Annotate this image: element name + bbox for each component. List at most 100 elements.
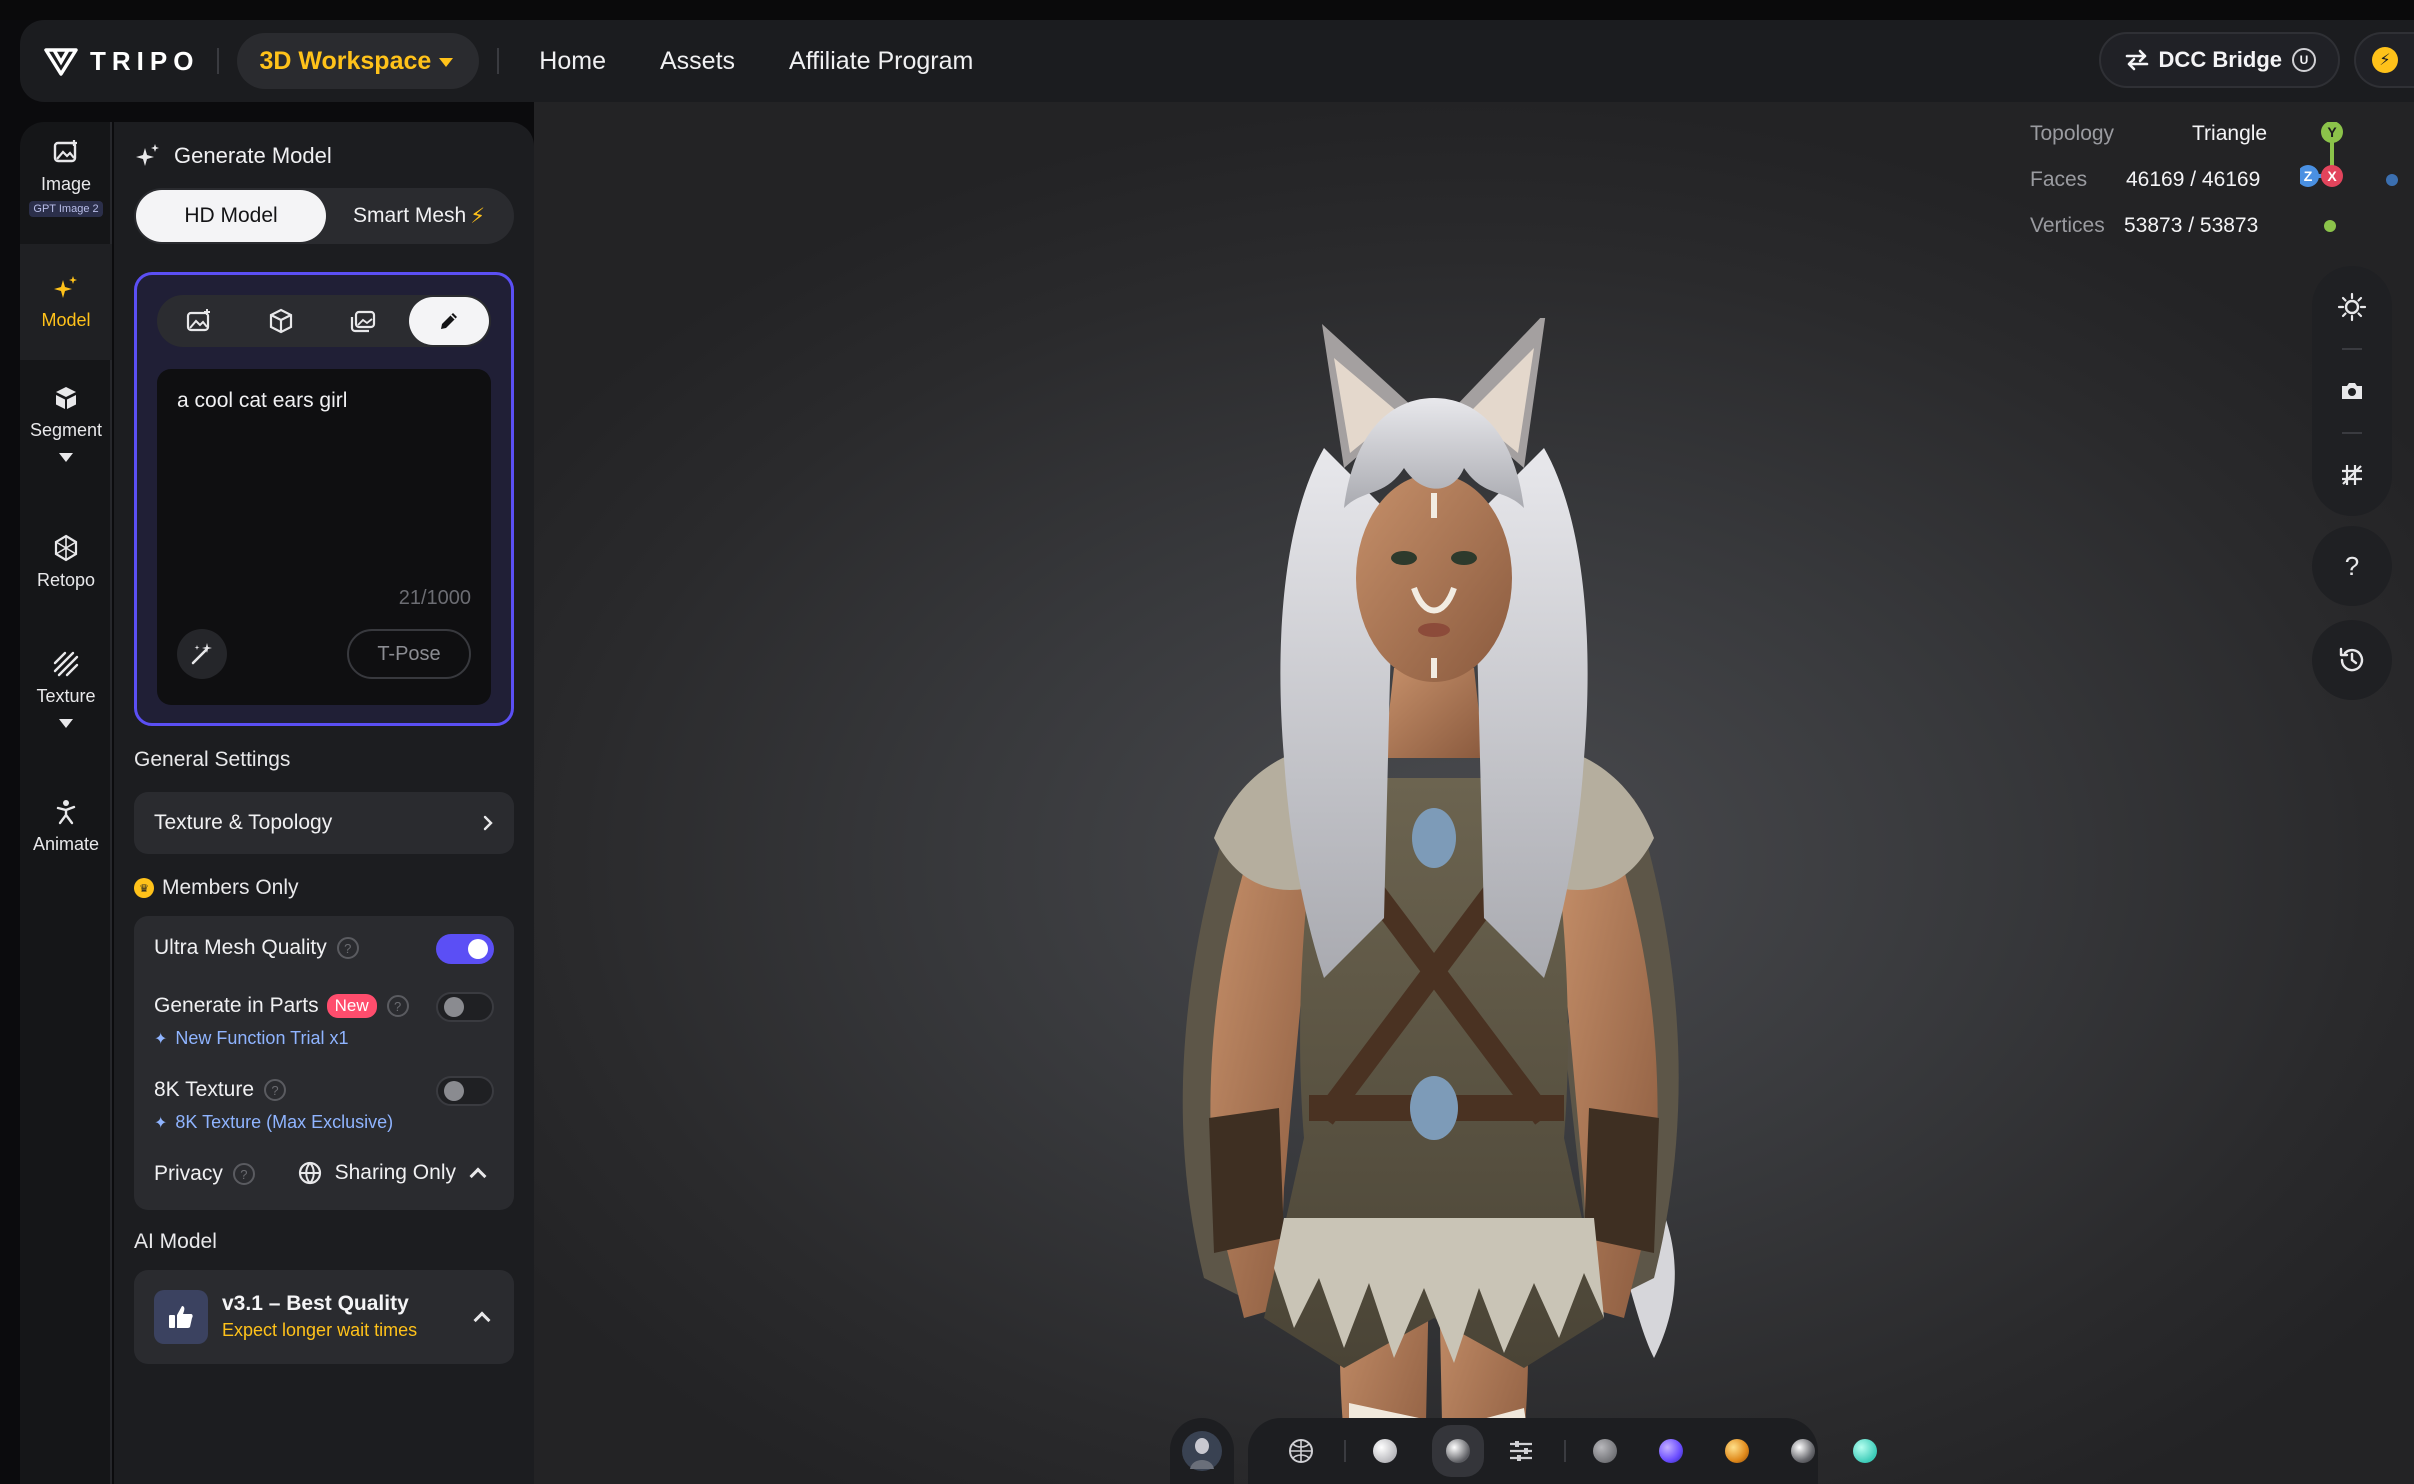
figure-icon: [56, 800, 76, 825]
texture-8k-row: 8K Texture ?: [154, 1078, 287, 1102]
history-button[interactable]: [2312, 620, 2392, 700]
chevron-right-icon: [483, 815, 493, 831]
tool-divider: [2342, 432, 2362, 434]
tab-multiview-input[interactable]: [323, 297, 403, 345]
texture-topology-row[interactable]: Texture & Topology: [134, 792, 514, 854]
texture-8k-note: ✦ 8K Texture (Max Exclusive): [154, 1112, 393, 1133]
tab-smart-mesh[interactable]: Smart Mesh ⚡: [326, 190, 512, 242]
rail-item-label: Retopo: [36, 570, 96, 590]
ai-model-selector[interactable]: v3.1 – Best Quality Expect longer wait t…: [134, 1270, 514, 1364]
magic-wand-button[interactable]: [177, 629, 227, 679]
sliders-icon: [1510, 1441, 1532, 1461]
3d-viewport[interactable]: Topology Triangle Faces 46169 / 46169 Ve…: [534, 102, 2414, 1484]
camera-icon: [2342, 383, 2362, 399]
caret-down-icon: [439, 58, 454, 67]
rail-item-retopo[interactable]: Retopo: [20, 534, 112, 591]
privacy-dropdown[interactable]: Sharing Only: [297, 1160, 487, 1186]
prompt-textarea[interactable]: a cool cat ears girl 21/1000 T-Pose: [157, 369, 491, 705]
t-pose-button[interactable]: T-Pose: [347, 629, 471, 679]
credits-button[interactable]: ⚡: [2354, 32, 2414, 88]
ai-model-note: Expect longer wait times: [222, 1320, 418, 1340]
window-top-strip: [0, 0, 2414, 20]
sparkle-icon: ✦: [154, 1030, 168, 1048]
rail-item-animate[interactable]: Animate: [20, 798, 112, 855]
gray-sphere-icon: [1593, 1439, 1617, 1463]
members-only-heading: ♛ Members Only: [134, 876, 299, 900]
dcc-bridge-button[interactable]: DCC Bridge U: [2098, 32, 2340, 88]
unreal-engine-icon: U: [2292, 48, 2316, 72]
rail-item-model[interactable]: Model: [20, 244, 112, 360]
rail-item-texture[interactable]: Texture: [20, 650, 112, 728]
ultra-mesh-toggle[interactable]: [436, 934, 494, 964]
gizmo-z-label: Z: [2304, 168, 2313, 184]
caret-down-icon[interactable]: [59, 453, 73, 462]
lighting-button[interactable]: [2312, 272, 2392, 342]
tab-text-input[interactable]: [409, 297, 489, 345]
general-settings-heading: General Settings: [134, 748, 291, 771]
dcc-bridge-label: DCC Bridge: [2158, 47, 2282, 72]
new-badge: New: [326, 994, 377, 1018]
help-icon[interactable]: ?: [232, 1163, 255, 1185]
caret-down-icon[interactable]: [59, 719, 73, 728]
prompt-text: a cool cat ears girl: [177, 389, 348, 412]
model-thumbnail-button[interactable]: [1170, 1418, 1234, 1484]
nav-home[interactable]: Home: [539, 47, 606, 76]
rail-item-image[interactable]: Image GPT Image 2: [20, 138, 112, 248]
gizmo-x-label: X: [2327, 168, 2337, 184]
axis-gizmo[interactable]: Y Z X: [2300, 122, 2364, 202]
material-normal-button[interactable]: [1652, 1432, 1690, 1470]
pencil-icon: [441, 313, 457, 329]
ai-model-heading: AI Model: [134, 1230, 217, 1253]
logo-text: TRIPO: [90, 45, 200, 76]
clay-mode-button[interactable]: [1366, 1432, 1404, 1470]
tab-hd-model[interactable]: HD Model: [136, 190, 326, 242]
rail-item-segment[interactable]: Segment: [20, 384, 112, 462]
3d-model-render[interactable]: [1094, 318, 1774, 1484]
toggle-knob: [444, 997, 464, 1017]
workspace-dropdown[interactable]: 3D Workspace: [237, 33, 480, 89]
thumbs-up-glyph: [169, 1306, 193, 1328]
gold-sphere-icon: [1725, 1439, 1749, 1463]
textured-mode-button[interactable]: [1432, 1425, 1484, 1477]
texture-icon: [53, 651, 79, 677]
stat-value: 53873 / 53873: [2124, 214, 2259, 237]
texture-8k-toggle[interactable]: [436, 1076, 494, 1106]
image-input-icon: [186, 309, 210, 332]
help-button[interactable]: ?: [2312, 526, 2392, 606]
chevron-up-icon: [469, 1167, 487, 1185]
input-mode-tabs: [157, 295, 491, 347]
header-divider: [217, 48, 220, 74]
material-gray-button[interactable]: [1586, 1432, 1624, 1470]
help-icon[interactable]: ?: [264, 1079, 287, 1101]
tab-label: Smart Mesh: [353, 204, 467, 227]
image-icon: [53, 140, 77, 163]
screenshot-button[interactable]: [2312, 356, 2392, 426]
material-teal-button[interactable]: [1846, 1432, 1884, 1470]
material-gold-button[interactable]: [1718, 1432, 1756, 1470]
render-settings-button[interactable]: [1502, 1432, 1540, 1470]
3d-input-icon: [269, 308, 293, 334]
magic-wand-icon: [191, 643, 212, 665]
tab-3d-input[interactable]: [241, 297, 321, 345]
grid-toggle-button[interactable]: [2312, 440, 2392, 510]
privacy-label: Privacy: [154, 1162, 223, 1185]
material-metal-button[interactable]: [1784, 1432, 1822, 1470]
character-count: 21/1000: [398, 587, 471, 609]
stat-label: Vertices: [2030, 214, 2105, 237]
wireframe-mode-button[interactable]: [1282, 1432, 1320, 1470]
tool-rail: Image GPT Image 2 Model Segment Retopo T…: [20, 122, 112, 1484]
nav-assets[interactable]: Assets: [660, 47, 735, 76]
tripo-logo[interactable]: TRIPO: [44, 46, 199, 77]
model-type-tabs: HD Model Smart Mesh ⚡: [134, 188, 514, 244]
crown-icon: ♛: [134, 878, 154, 898]
nav-affiliate-program[interactable]: Affiliate Program: [789, 47, 973, 76]
help-icon[interactable]: ?: [336, 937, 359, 959]
question-icon: ?: [2344, 550, 2360, 581]
grid-off-icon: [2342, 465, 2362, 485]
teal-sphere-icon: [1853, 1439, 1877, 1463]
members-options-card: Ultra Mesh Quality ? Generate in Parts N…: [134, 916, 514, 1210]
generate-parts-toggle[interactable]: [436, 992, 494, 1022]
help-icon[interactable]: ?: [386, 995, 409, 1017]
tab-image-input[interactable]: [159, 297, 239, 345]
ultra-mesh-row: Ultra Mesh Quality ?: [154, 936, 359, 960]
